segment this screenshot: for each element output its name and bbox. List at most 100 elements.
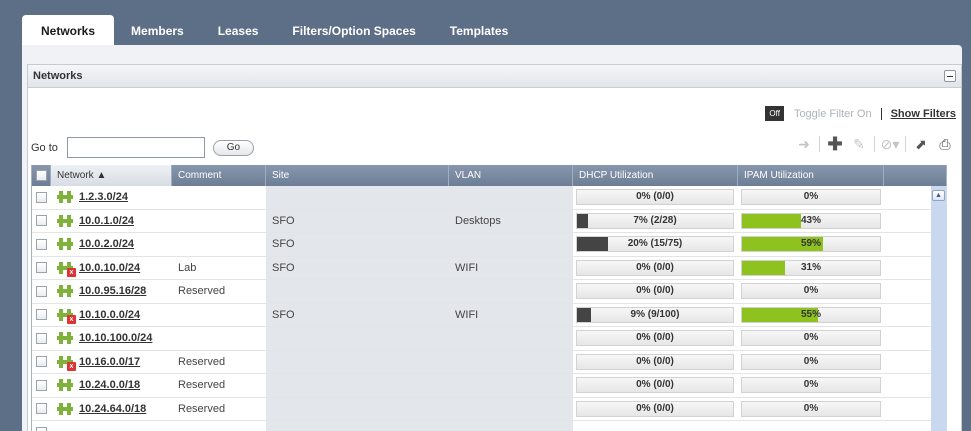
column-header-vlan[interactable]: VLAN [449, 165, 573, 186]
table-row[interactable]: x 10.0.10.0/24 Lab SFO WIFI 0% (0/0) 31% [32, 256, 946, 280]
table-row[interactable]: 1.2.3.0/24 0% (0/0) 0% [32, 186, 946, 210]
add-icon[interactable]: ✚ [824, 133, 846, 155]
go-button[interactable]: Go [212, 139, 254, 156]
network-disabled-icon: x [57, 355, 76, 371]
column-header-comment[interactable]: Comment [172, 165, 266, 186]
row-checkbox[interactable] [36, 332, 47, 344]
network-link[interactable]: 10.10.100.0/24 [79, 332, 152, 344]
tab-networks[interactable]: Networks [22, 15, 115, 45]
row-checkbox-cell [32, 327, 51, 350]
toggle-filter-link[interactable]: Toggle Filter On [794, 107, 882, 120]
table-row[interactable]: 10.24.0.0/18 Reserved 0% (0/0) 0% [32, 374, 946, 398]
table-row[interactable]: 10.10.100.0/24 0% (0/0) 0% [32, 327, 946, 351]
column-header-ipam-utilization[interactable]: IPAM Utilization [738, 165, 884, 186]
select-all-checkbox[interactable] [36, 170, 47, 181]
scroll-up-icon[interactable]: ▲ [932, 190, 945, 201]
select-all-cell [32, 165, 51, 186]
dhcp-utilization-text: 0% (0/0) [636, 332, 674, 344]
dhcp-utilization-text: 0% (0/0) [636, 379, 674, 391]
comment-cell: Reserved [178, 402, 226, 415]
network-link[interactable]: 10.0.95.16/28 [79, 285, 146, 297]
tab-leases[interactable]: Leases [201, 17, 276, 45]
table-row[interactable]: 10.24.64.0/18 Reserved 0% (0/0) 0% [32, 397, 946, 421]
row-checkbox[interactable] [36, 191, 47, 203]
open-external-icon[interactable]: ⬈ [910, 133, 932, 155]
ipam-utilization-meter: 0% [741, 377, 881, 394]
row-checkbox[interactable] [36, 262, 47, 274]
row-checkbox-cell [32, 421, 51, 431]
network-cell: x 10.16.0.0/17 [51, 351, 172, 374]
column-header-network[interactable]: Network ▲ [51, 165, 172, 186]
options-icon[interactable]: ⊘▾ [879, 133, 901, 155]
dhcp-utilization-cell: 0% (0/0) [573, 186, 738, 209]
print-icon[interactable]: ⎙ [934, 133, 956, 155]
table-row[interactable]: x 10.16.0.0/17 Reserved 0% (0/0) 0% [32, 350, 946, 374]
vlan-cell [449, 280, 573, 303]
ipam-utilization-text: 59% [800, 238, 821, 250]
row-checkbox[interactable] [36, 356, 47, 368]
filter-off-badge[interactable]: Off [765, 106, 784, 121]
column-header-dhcp-utilization[interactable]: DHCP Utilization [573, 165, 738, 186]
edit-icon[interactable]: ✎ [848, 133, 870, 155]
row-checkbox[interactable] [36, 215, 47, 227]
network-link[interactable]: 1.2.3.0/24 [79, 191, 128, 203]
vlan-cell [449, 233, 573, 256]
network-link[interactable]: 10.10.0.0/24 [79, 309, 140, 321]
filter-bar: Off Toggle Filter On Show Filters [765, 106, 956, 121]
ipam-utilization-text: 0% [803, 402, 819, 414]
ipam-utilization-text: 0% [803, 332, 819, 344]
comment-cell [172, 304, 266, 327]
table-row[interactable]: x 10.10.0.0/24 SFO WIFI 9% (9/100) 55% [32, 303, 946, 327]
row-checkbox-cell [32, 398, 51, 421]
dhcp-utilization-cell: 0% (0/0) [573, 351, 738, 374]
site-cell [266, 374, 449, 397]
dhcp-utilization-text: 0% (0/0) [636, 355, 674, 367]
network-cell: 10.24.64.0/18 [51, 398, 172, 421]
tab-templates[interactable]: Templates [433, 17, 525, 45]
tab-filters-option-spaces[interactable]: Filters/Option Spaces [275, 17, 432, 45]
row-checkbox[interactable] [36, 309, 47, 321]
vlan-cell: Desktops [449, 209, 573, 232]
ipam-utilization-cell [738, 421, 884, 431]
row-checkbox[interactable] [36, 238, 47, 250]
dhcp-utilization-text: 0% (0/0) [636, 402, 674, 414]
dhcp-utilization-cell: 0% (0/0) [573, 374, 738, 397]
network-link[interactable]: 10.0.2.0/24 [79, 238, 134, 250]
comment-cell [172, 210, 266, 233]
networks-table: Network ▲ Comment Site VLAN DHCP Utiliza… [31, 165, 947, 431]
row-checkbox[interactable] [36, 285, 47, 297]
tab-members[interactable]: Members [114, 17, 201, 45]
row-checkbox[interactable] [36, 379, 47, 391]
network-disabled-icon: x [57, 261, 76, 277]
show-filters-link[interactable]: Show Filters [891, 108, 956, 120]
column-header-site[interactable]: Site [266, 165, 449, 186]
network-cell: 10.0.1.0/24 [51, 210, 172, 233]
network-link[interactable]: 10.0.10.0/24 [79, 262, 140, 274]
dhcp-utilization-meter: 0% (0/0) [576, 353, 734, 370]
table-row[interactable]: 10.0.95.16/28 Reserved 0% (0/0) 0% [32, 280, 946, 304]
row-checkbox[interactable] [36, 403, 47, 415]
dhcp-utilization-meter: 9% (9/100) [576, 306, 734, 323]
ipam-utilization-cell: 0% [738, 351, 884, 374]
row-checkbox[interactable] [36, 426, 47, 431]
ipam-utilization-meter: 0% [741, 330, 881, 347]
ipam-utilization-cell: 0% [738, 280, 884, 303]
arrow-right-icon[interactable]: ➜ [793, 133, 815, 155]
network-icon [57, 379, 73, 392]
network-link[interactable]: 10.0.1.0/24 [79, 215, 134, 227]
network-link[interactable]: 10.16.0.0/17 [79, 356, 140, 368]
network-link[interactable]: 10.24.64.0/18 [79, 403, 146, 415]
goto-input[interactable] [66, 137, 205, 158]
table-row[interactable]: 10.0.1.0/24 SFO Desktops 7% (2/28) 43% [32, 209, 946, 233]
network-icon [57, 191, 73, 204]
vlan-cell: WIFI [449, 256, 573, 279]
collapse-icon[interactable] [944, 70, 956, 82]
table-row[interactable]: 10.0.2.0/24 SFO 20% (15/75) 59% [32, 233, 946, 257]
network-link[interactable]: 10.24.0.0/18 [79, 379, 140, 391]
vlan-cell [449, 350, 573, 373]
vlan-cell [449, 397, 573, 420]
vertical-scrollbar[interactable]: ▲ [931, 186, 947, 431]
table-row[interactable] [32, 421, 946, 431]
network-cell: 1.2.3.0/24 [51, 186, 172, 209]
comment-cell: Lab [178, 261, 197, 274]
